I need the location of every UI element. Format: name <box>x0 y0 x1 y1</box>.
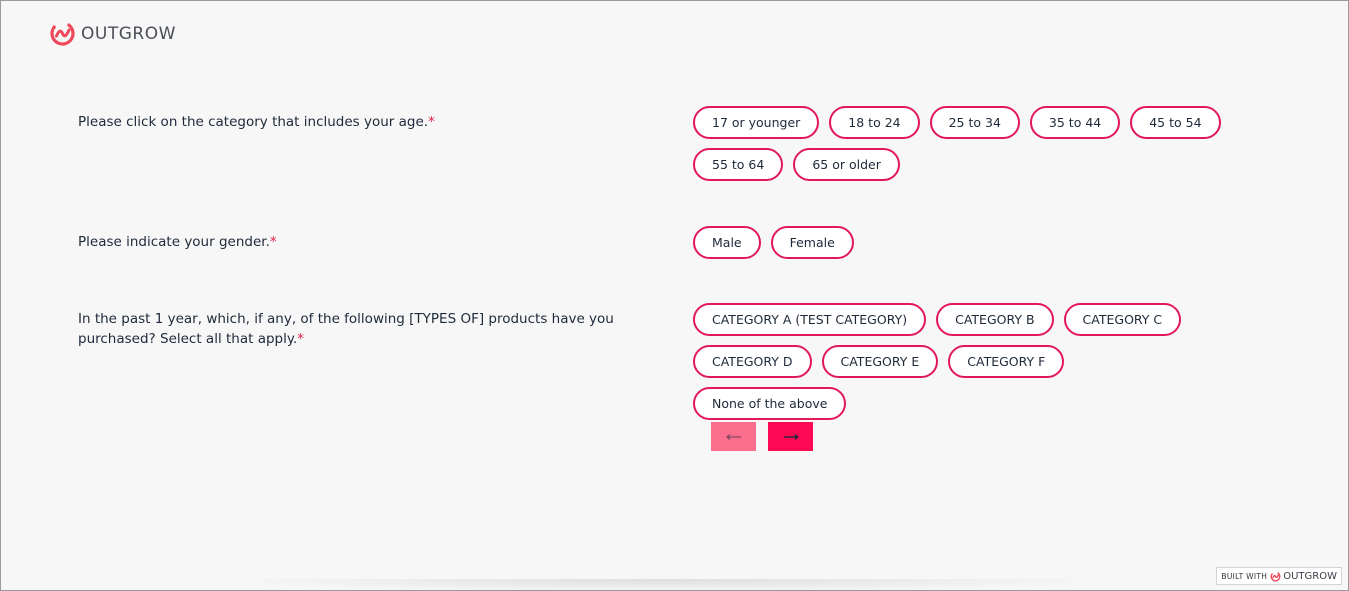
arrow-right-icon <box>783 433 799 440</box>
built-with-badge[interactable]: BUILT WITH OUTGROW <box>1216 567 1342 585</box>
products-options: CATEGORY A (TEST CATEGORY) CATEGORY B CA… <box>693 303 1233 429</box>
built-with-brand: OUTGROW <box>1283 570 1337 582</box>
age-option-65-or-older[interactable]: 65 or older <box>793 148 900 181</box>
product-option-category-c[interactable]: CATEGORY C <box>1063 303 1182 336</box>
age-option-25-to-34[interactable]: 25 to 34 <box>929 106 1020 139</box>
age-option-55-to-64[interactable]: 55 to 64 <box>693 148 784 181</box>
age-option-18-to-24[interactable]: 18 to 24 <box>829 106 920 139</box>
gender-option-male[interactable]: Male <box>693 226 761 259</box>
age-option-35-to-44[interactable]: 35 to 44 <box>1029 106 1121 139</box>
age-option-45-to-54[interactable]: 45 to 54 <box>1130 106 1221 139</box>
gender-options: Male Female <box>693 226 1233 268</box>
product-option-category-a[interactable]: CATEGORY A (TEST CATEGORY) <box>693 303 927 336</box>
built-with-text: BUILT WITH <box>1221 571 1268 581</box>
brand-name: OUTGROW <box>81 23 176 44</box>
question-products-label: In the past 1 year, which, if any, of th… <box>78 309 614 349</box>
brand-logo: OUTGROW <box>49 20 176 47</box>
question-products-text-line1: In the past 1 year, which, if any, of th… <box>78 311 614 327</box>
question-gender-text: Please indicate your gender. <box>78 234 270 250</box>
required-mark: * <box>297 331 304 347</box>
gender-option-female[interactable]: Female <box>770 226 854 259</box>
age-option-17-or-younger[interactable]: 17 or younger <box>693 106 820 139</box>
product-option-category-d[interactable]: CATEGORY D <box>693 345 812 378</box>
question-age-label: Please click on the category that includ… <box>78 112 435 132</box>
product-option-category-b[interactable]: CATEGORY B <box>936 303 1054 336</box>
product-option-category-f[interactable]: CATEGORY F <box>948 345 1065 378</box>
question-age-text: Please click on the category that includ… <box>78 114 429 130</box>
previous-button[interactable] <box>711 422 756 451</box>
arrow-left-icon <box>725 433 741 440</box>
bottom-shadow <box>211 579 1121 591</box>
age-options: 17 or younger 18 to 24 25 to 34 35 to 44… <box>693 106 1233 190</box>
required-mark: * <box>269 234 277 250</box>
question-gender-label: Please indicate your gender.* <box>78 232 277 252</box>
outgrow-logo-icon <box>50 21 75 46</box>
required-mark: * <box>428 114 435 130</box>
question-products-text-line2: purchased? Select all that apply. <box>78 331 298 347</box>
product-option-none-of-the-above[interactable]: None of the above <box>693 387 847 420</box>
next-button[interactable] <box>768 422 813 451</box>
outgrow-badge-icon <box>1270 571 1281 581</box>
product-option-category-e[interactable]: CATEGORY E <box>821 345 939 378</box>
